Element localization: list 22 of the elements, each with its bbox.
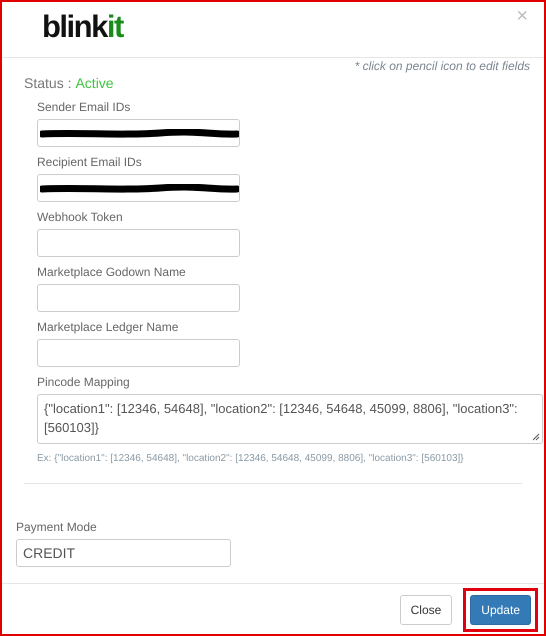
field-label: Recipient Email IDs [37,155,142,169]
input-field[interactable] [37,174,240,202]
input-field[interactable] [37,339,240,367]
field-label: Pincode Mapping [37,375,130,389]
field-label: Marketplace Godown Name [37,265,186,279]
field-label: Webhook Token [37,210,123,224]
close-button[interactable]: Close [400,595,452,625]
logo: blinkit [42,10,123,44]
field-label: Marketplace Ledger Name [37,320,178,334]
text-area[interactable]: {"location1": [12346, 54648], "location2": [12346, 54648, 45099, 8806], "location3": [560103]} [37,394,543,444]
hint-text: * click on pencil icon to edit fields [354,59,530,73]
field-label: Sender Email IDs [37,100,130,114]
resize-handle-icon[interactable] [532,433,540,441]
help-text: Ex: {"location1": [12346, 54648], "location2": [12346, 54648, 45099, 8806], "location3": [560103]} [37,453,464,465]
input-field[interactable]: CREDIT [16,539,231,567]
input-field[interactable] [37,119,240,147]
update-button[interactable]: Update [470,595,531,625]
status-label: Status : [24,75,72,91]
field-label: Payment Mode [16,520,97,534]
status-value: Active [75,75,114,91]
input-field[interactable] [37,229,240,257]
input-field[interactable] [37,284,240,312]
